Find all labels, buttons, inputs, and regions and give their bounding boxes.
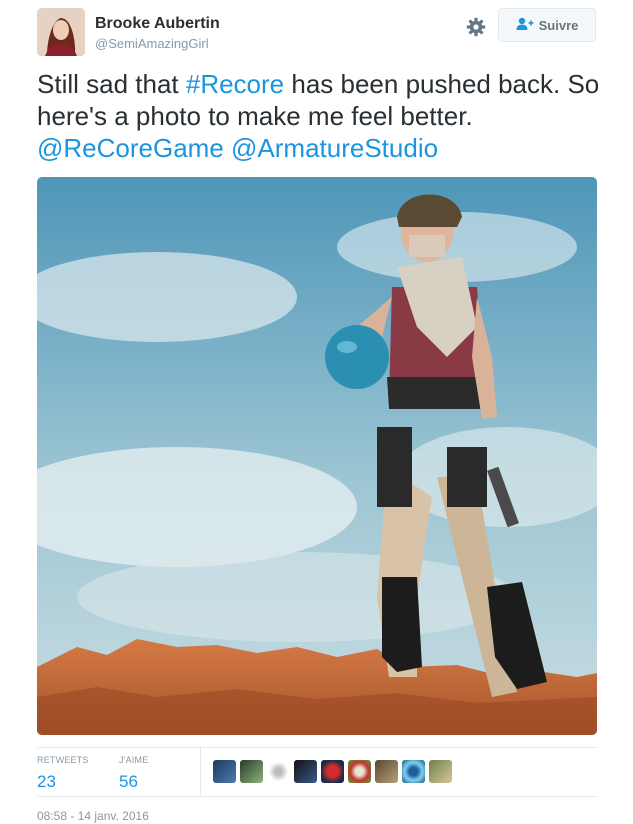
liker-avatar[interactable] bbox=[348, 760, 371, 783]
liker-avatar[interactable] bbox=[321, 760, 344, 783]
liker-avatar[interactable] bbox=[429, 760, 452, 783]
author-name[interactable]: Brooke Aubertin bbox=[95, 14, 220, 34]
hashtag-link[interactable]: #Recore bbox=[186, 69, 284, 99]
liker-avatar[interactable] bbox=[240, 760, 263, 783]
liker-avatar[interactable] bbox=[213, 760, 236, 783]
liker-avatar[interactable] bbox=[267, 760, 290, 783]
liker-avatar[interactable] bbox=[375, 760, 398, 783]
likes-label: J'AIME bbox=[119, 755, 149, 765]
tweet-stats: RETWEETS 23 J'AIME 56 bbox=[37, 747, 597, 797]
tweet-text: Still sad that #Recore has been pushed b… bbox=[37, 68, 617, 164]
tweet-text-part: Still sad that bbox=[37, 69, 186, 99]
retweets-count[interactable]: 23 bbox=[37, 771, 89, 793]
retweets-stat[interactable]: RETWEETS 23 bbox=[37, 754, 89, 793]
stats-divider bbox=[200, 748, 201, 795]
mention-link[interactable]: @ReCoreGame bbox=[37, 133, 224, 163]
liker-avatar[interactable] bbox=[294, 760, 317, 783]
gear-icon[interactable] bbox=[465, 16, 487, 38]
mention-link[interactable]: @ArmatureStudio bbox=[231, 133, 438, 163]
add-user-icon bbox=[516, 17, 534, 34]
tweet-timestamp[interactable]: 08:58 - 14 janv. 2016 bbox=[37, 808, 149, 824]
retweets-label: RETWEETS bbox=[37, 755, 89, 765]
liker-avatar[interactable] bbox=[402, 760, 425, 783]
tweet-photo[interactable] bbox=[37, 177, 597, 735]
follow-button[interactable]: Suivre bbox=[498, 8, 596, 42]
follow-button-label: Suivre bbox=[538, 17, 579, 33]
likes-stat[interactable]: J'AIME 56 bbox=[119, 754, 148, 793]
author-avatar[interactable] bbox=[37, 8, 85, 56]
tweet-text-space bbox=[224, 133, 231, 163]
likes-count[interactable]: 56 bbox=[119, 771, 148, 793]
author-handle[interactable]: @SemiAmazingGirl bbox=[95, 36, 209, 52]
likers-avatars bbox=[213, 760, 452, 783]
